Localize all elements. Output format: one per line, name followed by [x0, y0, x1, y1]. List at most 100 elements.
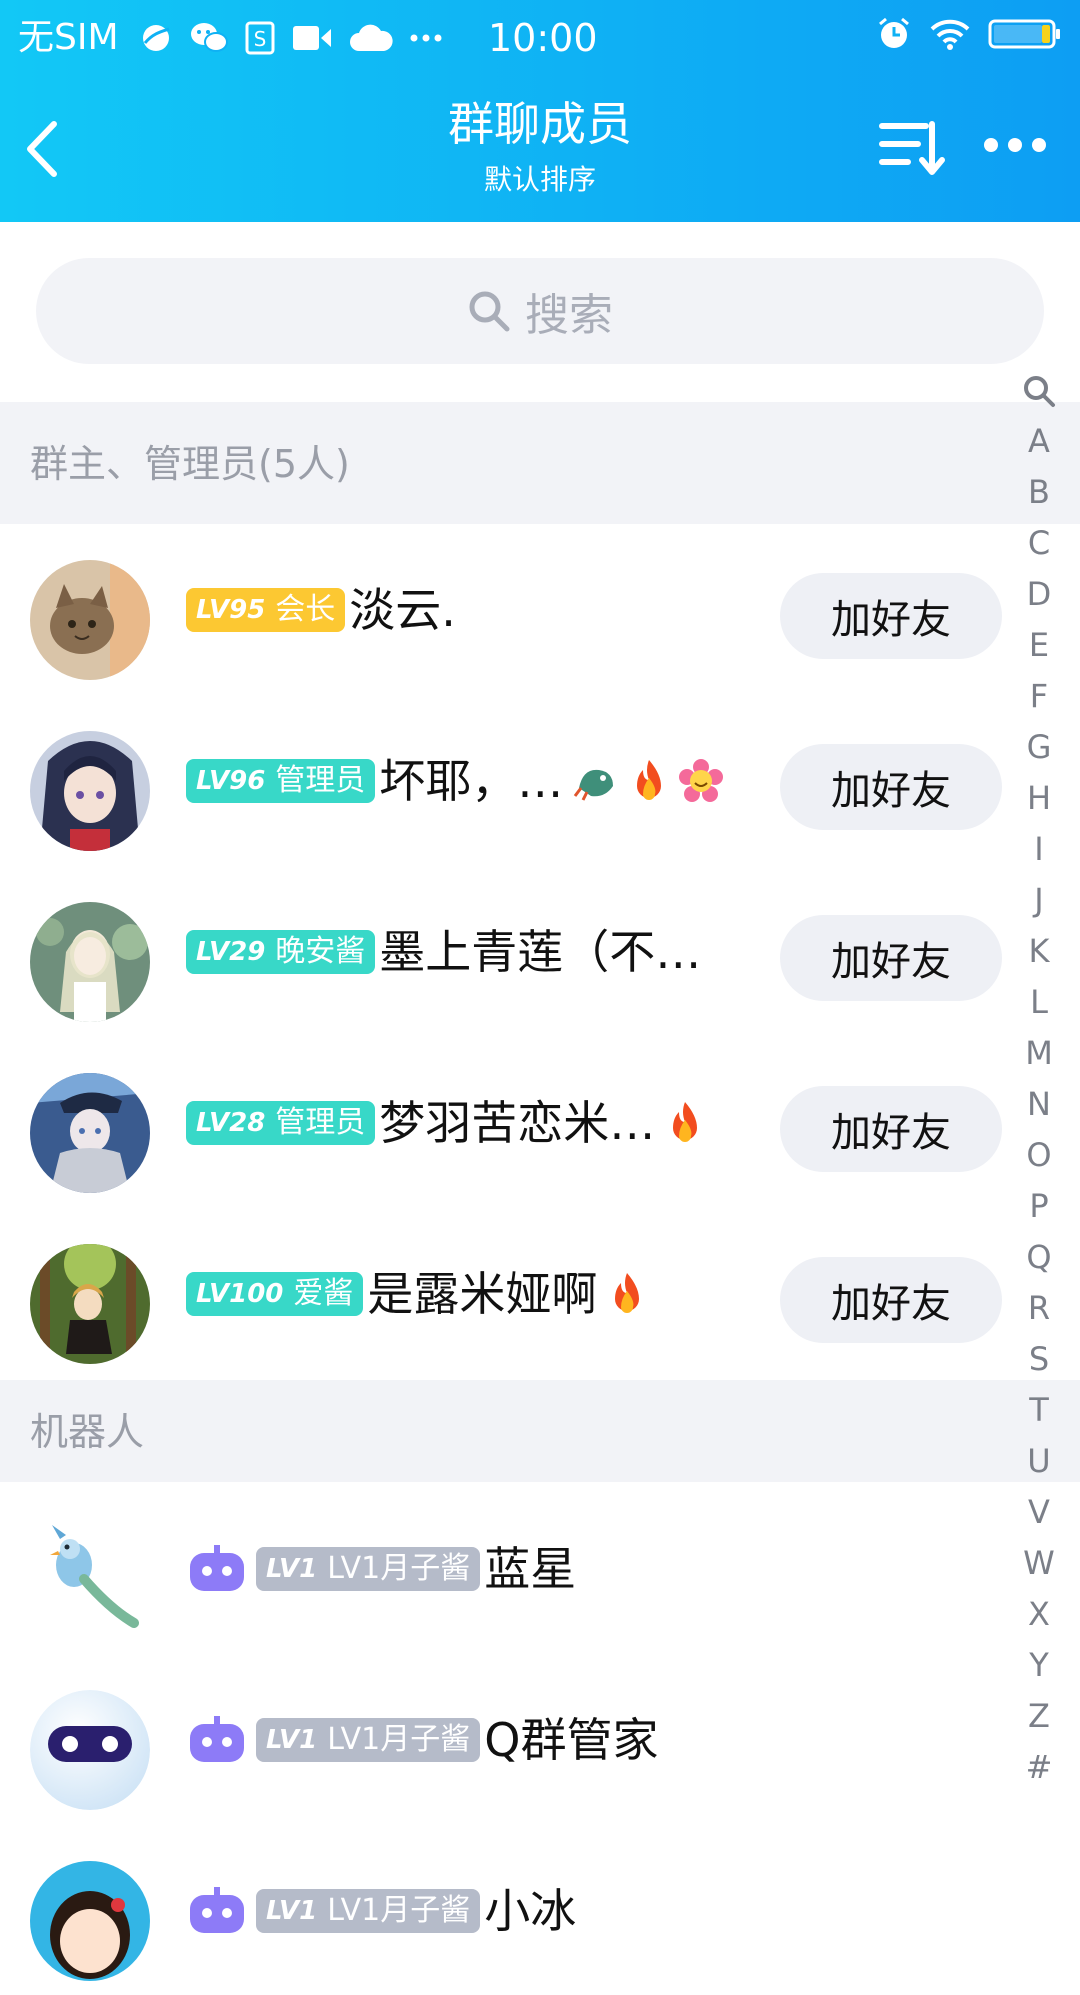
- sort-icon: [879, 121, 945, 175]
- search-input[interactable]: 搜索: [36, 258, 1044, 364]
- fire-emoji-icon: [665, 1100, 705, 1146]
- dragon-emoji-icon: [573, 758, 619, 804]
- wechat-icon: [189, 21, 229, 55]
- bot-row[interactable]: LV1 LV1月子酱 小冰: [0, 1824, 1030, 1995]
- member-row[interactable]: LV28 管理员 梦羽苦恋米… 加好友: [0, 1036, 1030, 1207]
- knight-avatar[interactable]: [30, 1073, 150, 1193]
- search-icon: [467, 289, 511, 333]
- index-letter[interactable]: W: [1010, 1538, 1068, 1589]
- index-letter[interactable]: U: [1010, 1436, 1068, 1487]
- fire-emoji-icon: [607, 1271, 647, 1317]
- carrier-label: 无SIM: [18, 17, 119, 58]
- add-friend-button[interactable]: 加好友: [780, 1257, 1002, 1343]
- index-letter[interactable]: H: [1010, 773, 1068, 824]
- browser-icon: [139, 21, 173, 55]
- add-friend-button[interactable]: 加好友: [780, 744, 1002, 830]
- level-tag: LV1 LV1月子酱: [256, 1718, 481, 1762]
- video-icon: [291, 23, 333, 53]
- level-tag: LV28 管理员: [186, 1101, 376, 1145]
- fire-emoji-icon: [629, 758, 669, 804]
- bot-row[interactable]: LV1 LV1月子酱 蓝星: [0, 1482, 1030, 1653]
- alphabet-index[interactable]: A B C D E F G H I J K L M N O P Q R S T …: [1010, 366, 1068, 1793]
- section-title: 群主、管理员(5人): [30, 442, 350, 486]
- bird-avatar[interactable]: [30, 1519, 150, 1639]
- index-letter[interactable]: Q: [1010, 1232, 1068, 1283]
- index-letter[interactable]: S: [1010, 1334, 1068, 1385]
- robot-ball-avatar[interactable]: [30, 1690, 150, 1810]
- level-tag: LV1 LV1月子酱: [256, 1889, 481, 1933]
- bot-name: Q群管家: [484, 1713, 659, 1767]
- robot-icon: [186, 1545, 248, 1593]
- index-letter[interactable]: F: [1010, 671, 1068, 722]
- s-app-icon: S: [245, 21, 275, 55]
- index-letter[interactable]: X: [1010, 1589, 1068, 1640]
- bot-row[interactable]: LV1 LV1月子酱 Q群管家: [0, 1653, 1030, 1824]
- index-letter[interactable]: T: [1010, 1385, 1068, 1436]
- section-header-admins: 群主、管理员(5人): [0, 402, 1080, 524]
- search-area: 搜索: [0, 222, 1080, 402]
- more-dots-icon: [984, 138, 1046, 152]
- index-letter[interactable]: #: [1010, 1742, 1068, 1793]
- bot-name: 蓝星: [484, 1542, 577, 1596]
- header: 无SIM S 10:00 群聊成员 默认排序: [0, 0, 1080, 222]
- member-name: 梦羽苦恋米…: [379, 1096, 656, 1150]
- cloud-icon: [349, 23, 393, 53]
- index-letter[interactable]: J: [1010, 875, 1068, 926]
- member-row[interactable]: LV100 爱酱 是露米娅啊 加好友: [0, 1207, 1030, 1378]
- member-name: 墨上青莲（不…: [379, 925, 702, 979]
- flower-emoji-icon: [679, 759, 724, 803]
- index-letter[interactable]: P: [1010, 1181, 1068, 1232]
- index-letter[interactable]: G: [1010, 722, 1068, 773]
- level-tag: LV29 晚安酱: [186, 930, 376, 974]
- index-letter[interactable]: C: [1010, 518, 1068, 569]
- index-letter[interactable]: D: [1010, 569, 1068, 620]
- index-letter[interactable]: Z: [1010, 1691, 1068, 1742]
- index-letter[interactable]: L: [1010, 977, 1068, 1028]
- svg-text:S: S: [253, 27, 266, 51]
- robot-icon: [186, 1887, 248, 1935]
- cat-avatar[interactable]: [30, 560, 150, 680]
- alarm-icon: [876, 16, 912, 52]
- index-letter[interactable]: R: [1010, 1283, 1068, 1334]
- member-row[interactable]: LV29 晚安酱 墨上青莲（不… 加好友: [0, 865, 1030, 1036]
- member-name: 淡云.: [349, 583, 456, 637]
- search-placeholder: 搜索: [525, 290, 613, 341]
- index-letter[interactable]: M: [1010, 1028, 1068, 1079]
- level-tag: LV100 爱酱: [186, 1272, 364, 1316]
- index-letter[interactable]: N: [1010, 1079, 1068, 1130]
- member-row[interactable]: LV95 会长 淡云. 加好友: [0, 523, 1030, 694]
- member-name: 坏耶，…: [379, 754, 564, 808]
- index-letter[interactable]: E: [1010, 620, 1068, 671]
- level-tag: LV96 管理员: [186, 759, 376, 803]
- more-dots-icon: [409, 33, 443, 43]
- status-bar: 无SIM S 10:00: [0, 0, 1080, 74]
- index-letter[interactable]: A: [1010, 416, 1068, 467]
- status-time: 10:00: [488, 16, 598, 60]
- section-header-bots: 机器人: [0, 1380, 1080, 1482]
- index-letter[interactable]: V: [1010, 1487, 1068, 1538]
- index-letter[interactable]: B: [1010, 467, 1068, 518]
- index-letter[interactable]: I: [1010, 824, 1068, 875]
- level-tag: LV1 LV1月子酱: [256, 1547, 481, 1591]
- add-friend-button[interactable]: 加好友: [780, 573, 1002, 659]
- anime-girl-avatar[interactable]: [30, 731, 150, 851]
- sort-button[interactable]: [878, 118, 946, 178]
- add-friend-button[interactable]: 加好友: [780, 915, 1002, 1001]
- robot-icon: [186, 1716, 248, 1764]
- index-letter[interactable]: Y: [1010, 1640, 1068, 1691]
- index-letter[interactable]: K: [1010, 926, 1068, 977]
- wifi-icon: [930, 18, 970, 50]
- forest-girl-avatar[interactable]: [30, 1244, 150, 1364]
- level-tag: LV95 会长: [186, 588, 346, 632]
- battery-icon: [988, 18, 1062, 50]
- girl-cartoon-avatar[interactable]: [30, 1861, 150, 1981]
- member-name: 是露米娅啊: [367, 1267, 598, 1321]
- fairy-avatar[interactable]: [30, 902, 150, 1022]
- bot-name: 小冰: [484, 1884, 577, 1938]
- member-row[interactable]: LV96 管理员 坏耶，… 加好友: [0, 694, 1030, 865]
- index-letter[interactable]: O: [1010, 1130, 1068, 1181]
- section-title: 机器人: [30, 1410, 145, 1454]
- index-search-icon[interactable]: [1010, 366, 1068, 416]
- more-options-button[interactable]: [982, 130, 1048, 160]
- add-friend-button[interactable]: 加好友: [780, 1086, 1002, 1172]
